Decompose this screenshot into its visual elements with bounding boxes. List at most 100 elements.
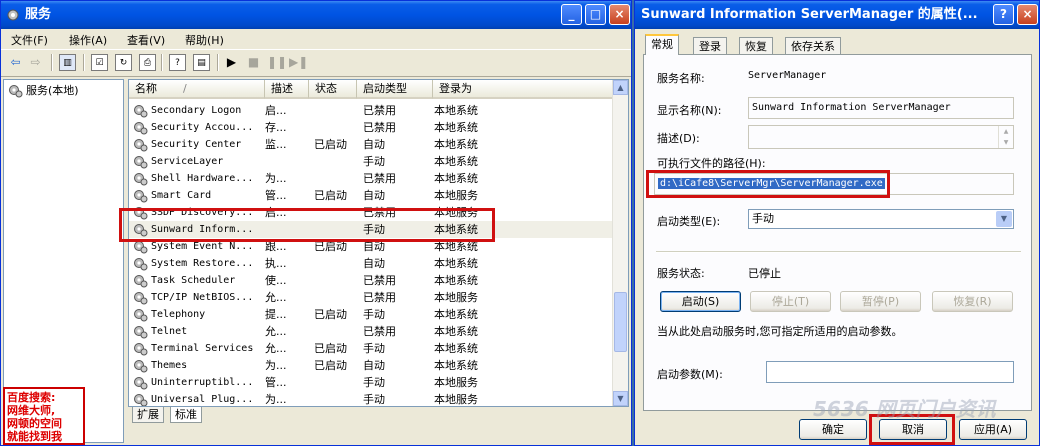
scroll-up-icon[interactable]: ▲	[613, 80, 628, 95]
path-label: 可执行文件的路径(H):	[657, 157, 766, 170]
row-startup: 已禁用	[363, 291, 396, 304]
services-titlebar[interactable]: 服务 _ □ ×	[1, 1, 631, 29]
row-desc: 允...	[265, 342, 287, 355]
help-icon[interactable]: ?	[169, 54, 186, 71]
row-status: 已启动	[314, 359, 347, 372]
params-field[interactable]	[766, 361, 1014, 383]
tree-item-local-services[interactable]: 服务(本地)	[8, 83, 79, 98]
table-row[interactable]: TCP/IP NetBIOS... 允... 已禁用 本地服务	[129, 289, 614, 306]
vertical-scrollbar[interactable]: ▲ ▼	[612, 80, 628, 406]
table-row[interactable]: Task Scheduler 使... 已禁用 本地系统	[129, 272, 614, 289]
apply-button[interactable]: 应用(A)	[959, 419, 1027, 440]
table-row[interactable]: Security Center 监... 已启动 自动 本地系统	[129, 136, 614, 153]
row-status: 已启动	[314, 189, 347, 202]
export-list-icon[interactable]: ⎙	[139, 54, 156, 71]
chevron-down-icon[interactable]: ▼	[996, 211, 1012, 227]
gear-icon	[134, 122, 148, 135]
table-row[interactable]: Themes 为... 已启动 自动 本地系统	[129, 357, 614, 374]
table-row[interactable]: Telnet 允... 已禁用 本地系统	[129, 323, 614, 340]
back-arrow-icon[interactable]: ⇦	[7, 54, 24, 71]
row-logon: 本地服务	[434, 189, 478, 202]
maximize-button[interactable]: □	[585, 4, 606, 25]
tab-general[interactable]: 常规	[645, 34, 679, 55]
description-spinner-icon[interactable]: ▲ ▼	[998, 126, 1013, 148]
minimize-button[interactable]: _	[561, 4, 582, 25]
tab-recovery[interactable]: 恢复	[739, 37, 773, 55]
row-name: Universal Plug...	[151, 394, 254, 405]
console-icon[interactable]: ▤	[193, 54, 210, 71]
tab-extended[interactable]: 扩展	[132, 407, 164, 423]
ok-button[interactable]: 确定	[799, 419, 867, 440]
menu-help[interactable]: 帮助(H)	[185, 32, 224, 48]
row-desc: 为...	[265, 393, 287, 406]
row-startup: 手动	[363, 393, 385, 406]
close-button[interactable]: ×	[609, 4, 630, 25]
service-name-label: 服务名称:	[657, 72, 705, 85]
stop-service-icon[interactable]: ■	[245, 54, 262, 71]
table-row[interactable]: Universal Plug... 为... 手动 本地服务	[129, 391, 614, 406]
scroll-down-icon[interactable]: ▼	[613, 391, 628, 406]
display-name-field[interactable]: Sunward Information ServerManager	[748, 97, 1014, 119]
services-window: 服务 _ □ × 文件(F) 操作(A) 查看(V) 帮助(H) ⇦ ⇨ ▥ ☑…	[0, 0, 632, 446]
col-header-desc[interactable]: 描述	[265, 80, 309, 99]
table-row[interactable]: System Restore... 执... 自动 本地系统	[129, 255, 614, 272]
path-highlight-frame	[646, 170, 890, 198]
start-button[interactable]: 启动(S)	[660, 291, 741, 312]
service-name-value: ServerManager	[748, 70, 827, 81]
gear-icon	[134, 258, 148, 271]
row-desc: 执...	[265, 257, 287, 270]
tab-dependencies[interactable]: 依存关系	[785, 37, 841, 55]
gear-icon	[134, 156, 148, 169]
row-name: Smart Card	[151, 190, 212, 201]
table-row[interactable]: Shell Hardware... 为... 已禁用 本地系统	[129, 170, 614, 187]
gear-icon	[134, 343, 148, 356]
scroll-thumb[interactable]	[614, 292, 627, 352]
table-row[interactable]: Terminal Services 允... 已启动 手动 本地系统	[129, 340, 614, 357]
start-service-icon[interactable]: ▶	[223, 54, 240, 71]
stop-button[interactable]: 停止(T)	[750, 291, 831, 312]
show-hide-tree-icon[interactable]: ▥	[59, 54, 76, 71]
col-header-name[interactable]: 名称 /	[129, 80, 265, 99]
restart-service-icon[interactable]: ▶❚	[289, 54, 308, 71]
gear-icon	[134, 309, 148, 322]
table-row[interactable]: Secondary Logon 启... 已禁用 本地系统	[129, 102, 614, 119]
menu-action[interactable]: 操作(A)	[69, 32, 107, 48]
highlight-frame	[119, 208, 495, 242]
row-startup: 手动	[363, 376, 385, 389]
table-row[interactable]: Smart Card 管... 已启动 自动 本地服务	[129, 187, 614, 204]
forward-arrow-icon[interactable]: ⇨	[27, 54, 44, 71]
refresh-icon[interactable]: ↻	[115, 54, 132, 71]
table-row[interactable]: Uninterruptibl... 管... 手动 本地服务	[129, 374, 614, 391]
help-button[interactable]: ?	[993, 4, 1014, 25]
startup-type-select[interactable]: 手动 ▼	[748, 209, 1014, 229]
dialog-close-button[interactable]: ×	[1017, 4, 1038, 25]
col-header-status[interactable]: 状态	[309, 80, 357, 99]
gear-icon	[9, 85, 23, 98]
table-row[interactable]: ServiceLayer 手动 本地系统	[129, 153, 614, 170]
row-logon: 本地系统	[434, 155, 478, 168]
row-desc: 为...	[265, 172, 287, 185]
toolbar-separator	[217, 54, 219, 71]
row-desc: 提...	[265, 308, 287, 321]
pause-button[interactable]: 暂停(P)	[840, 291, 921, 312]
row-startup: 自动	[363, 359, 385, 372]
col-header-logon[interactable]: 登录为	[433, 80, 614, 99]
row-name: TCP/IP NetBIOS...	[151, 292, 254, 303]
table-row[interactable]: Telephony 提... 已启动 手动 本地系统	[129, 306, 614, 323]
col-header-startup[interactable]: 启动类型	[357, 80, 433, 99]
menu-file[interactable]: 文件(F)	[11, 32, 48, 48]
tab-standard[interactable]: 标准	[170, 407, 202, 423]
menu-view[interactable]: 查看(V)	[127, 32, 165, 48]
properties-icon[interactable]: ☑	[91, 54, 108, 71]
table-row[interactable]: Security Accou... 存... 已禁用 本地系统	[129, 119, 614, 136]
pause-service-icon[interactable]: ❚❚	[267, 54, 287, 71]
row-logon: 本地系统	[434, 121, 478, 134]
description-field[interactable]: ▲ ▼	[748, 125, 1014, 149]
row-desc: 管...	[265, 376, 287, 389]
description-label: 描述(D):	[657, 132, 700, 145]
properties-titlebar[interactable]: Sunward Information ServerManager 的属性(..…	[635, 1, 1039, 29]
menu-bar: 文件(F) 操作(A) 查看(V) 帮助(H)	[1, 29, 631, 49]
tab-logon[interactable]: 登录	[693, 37, 727, 55]
resume-button[interactable]: 恢复(R)	[932, 291, 1013, 312]
row-startup: 已禁用	[363, 325, 396, 338]
